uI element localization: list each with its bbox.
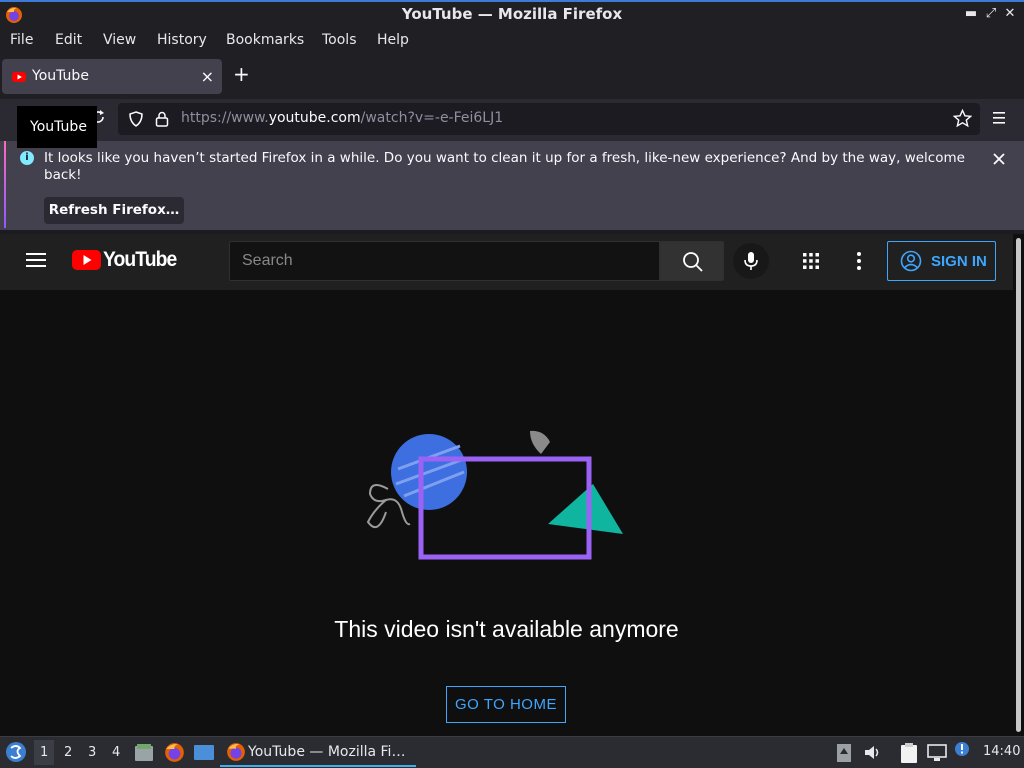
tab-strip: YouTube × + [0,55,1024,99]
youtube-logo-icon[interactable] [72,249,101,271]
network-icon[interactable] [927,743,947,762]
clock[interactable]: 14:40 [983,744,1020,759]
hamburger-icon[interactable] [26,252,46,268]
url-prefix: https://www. [181,110,269,126]
menu-tools[interactable]: Tools [322,32,357,48]
info-icon: i [20,151,34,165]
video-unavailable-message: This video isn't available anymore [334,616,679,642]
youtube-favicon-icon [12,72,26,82]
refresh-firefox-button[interactable]: Refresh Firefox… [44,197,184,224]
app-launcher-icon[interactable] [5,741,27,763]
workspace-2[interactable]: 2 [64,745,72,760]
task-label: YouTube — Mozilla Fi… [248,744,406,760]
url-text[interactable]: https://www.youtube.com/watch?v=-e-Fei6L… [181,110,503,126]
apps-grid-icon[interactable] [801,251,821,271]
notification-accent [4,141,6,228]
refresh-notification: i It looks like you haven’t started Fire… [0,141,1024,230]
firefox-icon [227,743,245,761]
url-path: /watch?v=-e-Fei6LJ1 [360,110,504,126]
firefox-icon[interactable] [164,742,185,763]
sign-in-label: SIGN IN [931,253,987,270]
page-scrollbar[interactable] [1013,234,1024,736]
navigation-bar: https://www.youtube.com/watch?v=-e-Fei6L… [0,99,1024,141]
tab-tooltip: YouTube [17,106,97,148]
shield-icon[interactable] [128,111,144,127]
voice-search-button[interactable] [733,243,769,279]
tab-youtube[interactable]: YouTube × [2,59,222,94]
menu-icon[interactable] [991,111,1007,125]
scrollbar-thumb[interactable] [1016,238,1021,732]
search-input[interactable] [230,242,659,280]
star-icon[interactable] [953,109,972,128]
menu-bar: File Edit View History Bookmarks Tools H… [0,28,1024,55]
youtube-page: YouTube Search SIGN IN This video isn't … [0,234,1013,736]
youtube-logo-text[interactable]: YouTube [103,248,177,272]
minimize-icon[interactable]: ▬ [963,6,979,22]
menu-edit[interactable]: Edit [55,32,82,48]
workspace-4[interactable]: 4 [112,745,120,760]
menu-help[interactable]: Help [377,32,409,48]
updates-icon[interactable] [954,741,970,757]
menu-bookmarks[interactable]: Bookmarks [226,32,304,48]
go-to-home-button[interactable]: GO TO HOME [446,686,566,723]
file-manager-icon[interactable] [134,743,154,762]
search-box[interactable] [229,241,660,281]
close-icon[interactable]: ✕ [1002,6,1018,22]
lock-icon[interactable] [155,111,169,127]
account-icon [900,250,922,272]
more-vert-icon[interactable] [849,251,869,271]
search-button[interactable] [660,241,724,281]
workspace-1[interactable]: 1 [34,740,55,765]
unavailable-illustration [366,430,623,560]
youtube-header: YouTube Search SIGN IN [0,234,1013,290]
tab-label: YouTube [32,68,89,84]
tab-close-icon[interactable]: × [201,67,214,86]
clipboard-icon[interactable] [899,742,919,764]
workspace-3[interactable]: 3 [88,745,96,760]
sign-in-button[interactable]: SIGN IN [887,241,996,281]
system-taskbar: 1 2 3 4 YouTube — Mozilla Fi… 14:40 [0,736,1024,768]
close-icon[interactable] [991,151,1007,167]
search-icon [683,252,703,272]
menu-history[interactable]: History [157,32,207,48]
menu-file[interactable]: File [10,32,33,48]
new-tab-button[interactable]: + [233,64,250,84]
window-title: YouTube — Mozilla Firefox [401,5,623,23]
notification-message: It looks like you haven’t started Firefo… [44,150,965,183]
volume-icon[interactable] [864,744,882,761]
mic-icon [744,252,758,270]
maximize-icon[interactable]: ⤢ [983,6,999,22]
taskbar-firefox-task[interactable]: YouTube — Mozilla Fi… [220,739,416,767]
tray-arrow-icon[interactable] [836,743,852,763]
desktop-icon[interactable] [193,744,215,761]
window-titlebar: YouTube — Mozilla Firefox ▬ ⤢ ✕ [0,0,1024,28]
url-bar[interactable]: https://www.youtube.com/watch?v=-e-Fei6L… [118,103,980,135]
url-domain: youtube.com [268,110,361,126]
menu-view[interactable]: View [103,32,136,48]
